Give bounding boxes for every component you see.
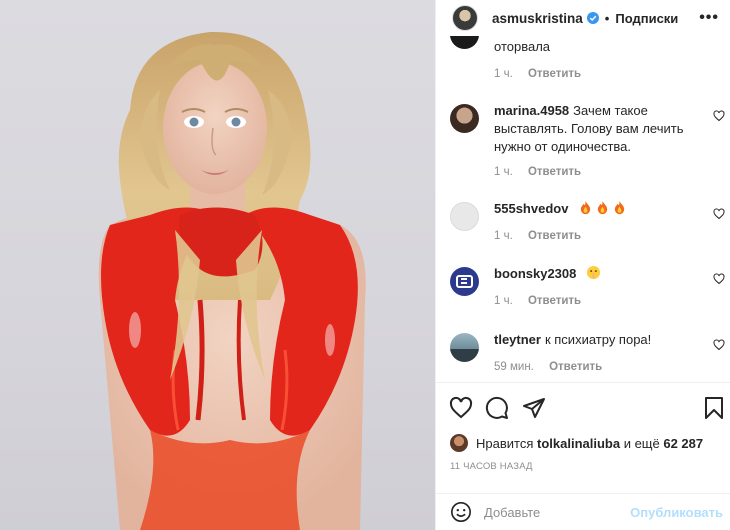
header-separator: •	[604, 10, 610, 26]
like-comment-heart-icon[interactable]	[713, 339, 725, 351]
comment-time: 1 ч.	[494, 166, 513, 178]
comment-meta: 1 ч. Ответить	[494, 166, 581, 178]
add-comment-bar: Опубликовать	[436, 493, 730, 530]
comment-text: marina.4958 Зачем такое выставлять. Голов…	[494, 102, 694, 156]
comment-text: tleytner к психиатру пора!	[494, 331, 694, 349]
comment-avatar[interactable]	[450, 333, 479, 362]
reply-button[interactable]: Ответить	[528, 295, 581, 307]
like-comment-heart-icon[interactable]	[713, 273, 725, 285]
liker-username[interactable]: tolkalinaliuba	[537, 436, 620, 451]
comment-time: 59 мин.	[494, 361, 534, 373]
boonsky-logo-icon	[456, 275, 473, 288]
comment-text: оторвала	[494, 38, 694, 56]
heart-icon[interactable]	[449, 396, 473, 420]
reply-button[interactable]: Ответить	[528, 68, 581, 80]
comment-text: 555shvedov	[494, 200, 694, 218]
comment-username[interactable]: 555shvedov	[494, 201, 568, 216]
fire-emoji	[580, 200, 591, 215]
post-actions-bar	[436, 382, 730, 432]
shushing-face-emoji	[586, 265, 601, 280]
post-timestamp[interactable]: 11 ЧАСОВ НАЗАД	[450, 461, 533, 472]
comment-meta: 1 ч. Ответить	[494, 68, 581, 80]
comment-meta: 1 ч. Ответить	[494, 230, 581, 242]
comment-username[interactable]: boonsky2308	[494, 266, 576, 281]
comments-list[interactable]: оторвала 1 ч. Ответить marina.4958 Зачем …	[436, 36, 730, 382]
more-options-icon[interactable]: •••	[699, 9, 719, 27]
comment-input[interactable]	[484, 502, 624, 522]
reply-button[interactable]: Ответить	[528, 166, 581, 178]
share-icon[interactable]	[522, 396, 546, 420]
comment-avatar[interactable]	[450, 36, 479, 49]
comment-meta: 59 мин. Ответить	[494, 361, 602, 373]
comment-avatar[interactable]	[450, 267, 479, 296]
comment-time: 1 ч.	[494, 230, 513, 242]
comment-text: boonsky2308	[494, 265, 694, 283]
like-comment-heart-icon[interactable]	[713, 110, 725, 122]
publish-button[interactable]: Опубликовать	[630, 505, 723, 520]
post-header: asmuskristina • Подписки •••	[436, 0, 730, 36]
likes-middle: и ещё	[623, 435, 660, 451]
comment-avatar[interactable]	[450, 202, 479, 231]
bookmark-icon[interactable]	[702, 396, 726, 420]
comment-avatar[interactable]	[450, 104, 479, 133]
post-photo[interactable]	[0, 0, 435, 530]
comment-username[interactable]: tleytner	[494, 332, 541, 347]
fire-emoji	[614, 200, 625, 215]
comment-icon[interactable]	[485, 396, 509, 420]
comment-content: оторвала	[494, 39, 551, 54]
like-comment-heart-icon[interactable]	[713, 208, 725, 220]
likes-prefix: Нравится	[476, 435, 534, 451]
post-side-panel: asmuskristina • Подписки ••• оторвала 1 …	[435, 0, 730, 530]
comment-username[interactable]: marina.4958	[494, 103, 569, 118]
likes-summary: Нравится tolkalinaliuba и ещё 62 287	[450, 432, 703, 454]
comment-time: 1 ч.	[494, 295, 513, 307]
author-username[interactable]: asmuskristina	[492, 11, 583, 26]
liker-avatar[interactable]	[450, 434, 468, 452]
comment-time: 1 ч.	[494, 68, 513, 80]
reply-button[interactable]: Ответить	[549, 361, 602, 373]
author-avatar[interactable]	[452, 5, 478, 31]
likes-count[interactable]: 62 287	[663, 436, 703, 451]
fire-emoji	[597, 200, 608, 215]
reply-button[interactable]: Ответить	[528, 230, 581, 242]
comment-content: к психиатру пора!	[544, 332, 652, 347]
comment-meta: 1 ч. Ответить	[494, 295, 581, 307]
post-photo-illustration	[98, 31, 366, 530]
following-button[interactable]: Подписки	[615, 11, 678, 26]
emoji-picker-icon[interactable]	[450, 501, 472, 523]
verified-badge-icon	[586, 12, 599, 24]
